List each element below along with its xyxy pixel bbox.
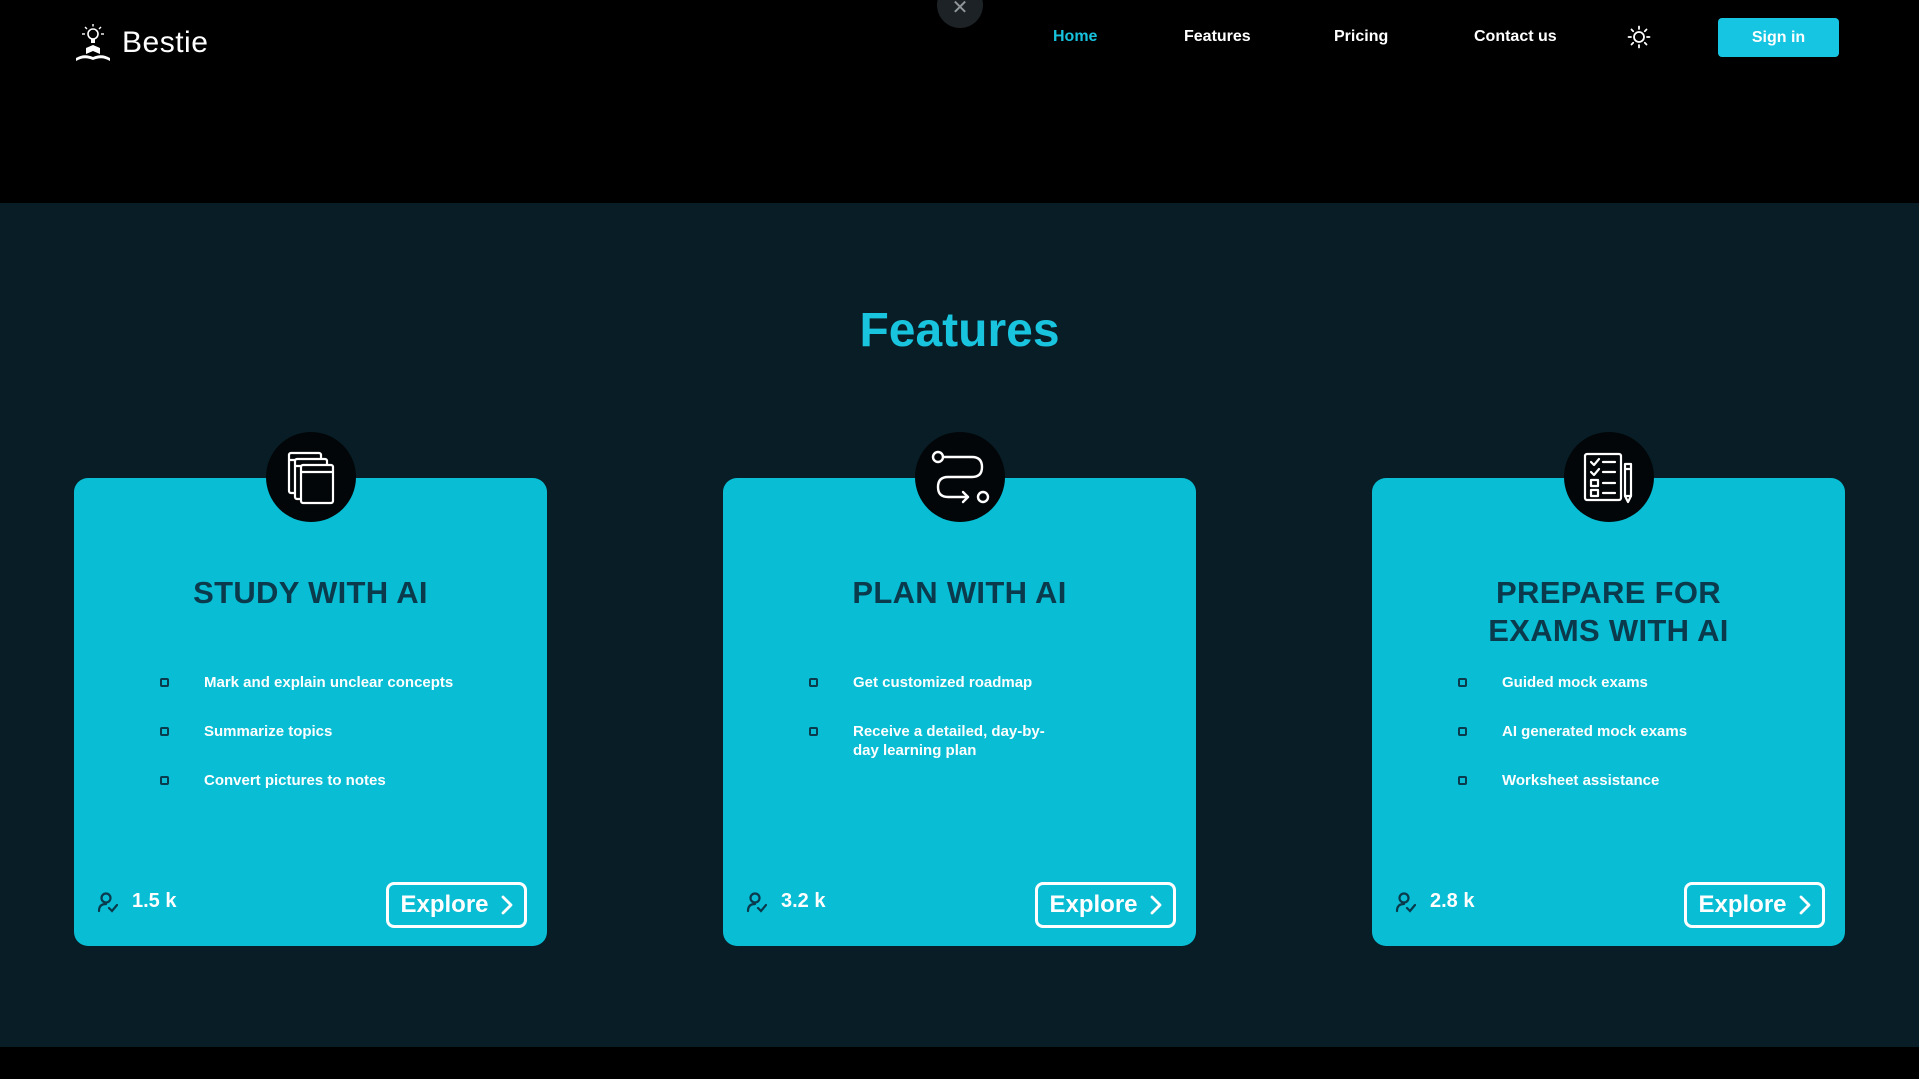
brand-name: Bestie bbox=[122, 26, 209, 59]
cards-stack-icon bbox=[287, 451, 335, 505]
nav-home[interactable]: Home bbox=[1053, 26, 1097, 48]
explore-label: Explore bbox=[1698, 891, 1787, 918]
nav-features[interactable]: Features bbox=[1184, 26, 1251, 48]
count-value: 3.2 k bbox=[781, 890, 826, 912]
user-icon bbox=[97, 891, 118, 913]
bullet-icon bbox=[809, 678, 818, 687]
bullet-icon bbox=[1458, 727, 1467, 736]
features-title: Features bbox=[859, 304, 1060, 357]
card-icon-badge bbox=[266, 432, 356, 522]
route-icon bbox=[931, 450, 990, 504]
close-icon: ✕ bbox=[951, 0, 969, 19]
brand-logo[interactable]: Bestie bbox=[74, 22, 208, 64]
nav-contact-us[interactable]: Contact us bbox=[1474, 26, 1557, 48]
list-item: Mark and explain unclear concepts bbox=[160, 673, 500, 692]
card-title: STUDY WITH AI bbox=[193, 575, 428, 610]
card-title: PREPARE FOR EXAMS WITH AI bbox=[1488, 575, 1729, 648]
explore-label: Explore bbox=[400, 891, 489, 918]
theme-toggle-button[interactable] bbox=[1626, 24, 1652, 50]
explore-label: Explore bbox=[1049, 891, 1138, 918]
explore-button[interactable]: Explore bbox=[1684, 882, 1825, 928]
bullet-icon bbox=[1458, 776, 1467, 785]
count-value: 2.8 k bbox=[1430, 890, 1475, 912]
list-item: AI generated mock exams bbox=[1458, 722, 1798, 741]
user-icon bbox=[746, 891, 767, 913]
user-count: 2.8 k bbox=[1394, 890, 1474, 913]
user-count: 1.5 k bbox=[96, 890, 176, 913]
chevron-right-icon bbox=[1150, 895, 1161, 915]
bullet-icon bbox=[160, 727, 169, 736]
chevron-right-icon bbox=[501, 895, 512, 915]
bullet-icon bbox=[160, 678, 169, 687]
checklist-pencil-icon bbox=[1583, 452, 1633, 504]
bullet-icon bbox=[1458, 678, 1467, 687]
feature-list: Get customized roadmap Receive a detaile… bbox=[809, 673, 1109, 790]
list-item: Guided mock exams bbox=[1458, 673, 1798, 692]
nav-pricing[interactable]: Pricing bbox=[1334, 26, 1388, 48]
list-item: Convert pictures to notes bbox=[160, 771, 500, 790]
explore-button[interactable]: Explore bbox=[386, 882, 527, 928]
bullet-icon bbox=[160, 776, 169, 785]
list-item: Receive a detailed, day-by-day learning … bbox=[809, 722, 1109, 760]
list-item: Get customized roadmap bbox=[809, 673, 1109, 692]
feature-card-plan: PLAN WITH AI Get customized roadmap Rece… bbox=[723, 432, 1196, 946]
features-section: Features STUDY WITH AI Mark and explain … bbox=[0, 203, 1919, 1047]
site-header: Bestie ✕ Home Features Pricing Contact u… bbox=[0, 0, 1919, 203]
feature-list: Guided mock exams AI generated mock exam… bbox=[1458, 673, 1798, 820]
feature-card-study: STUDY WITH AI Mark and explain unclear c… bbox=[74, 432, 547, 946]
chevron-right-icon bbox=[1799, 895, 1810, 915]
book-lightbulb-icon bbox=[76, 24, 110, 61]
feature-list: Mark and explain unclear concepts Summar… bbox=[160, 673, 500, 820]
card-title: PLAN WITH AI bbox=[852, 575, 1067, 610]
sun-icon bbox=[1627, 25, 1651, 49]
count-value: 1.5 k bbox=[132, 890, 177, 912]
card-icon-badge bbox=[1564, 432, 1654, 522]
bullet-icon bbox=[809, 727, 818, 736]
feature-card-exams: PREPARE FOR EXAMS WITH AI Guided mock ex… bbox=[1372, 432, 1845, 946]
card-icon-badge bbox=[915, 432, 1005, 522]
list-item: Worksheet assistance bbox=[1458, 771, 1798, 790]
close-button[interactable]: ✕ bbox=[937, 0, 983, 28]
user-count: 3.2 k bbox=[745, 890, 825, 913]
sign-in-button[interactable]: Sign in bbox=[1718, 18, 1839, 57]
list-item: Summarize topics bbox=[160, 722, 500, 741]
user-icon bbox=[1395, 891, 1416, 913]
explore-button[interactable]: Explore bbox=[1035, 882, 1176, 928]
footer-strip bbox=[0, 1047, 1919, 1079]
